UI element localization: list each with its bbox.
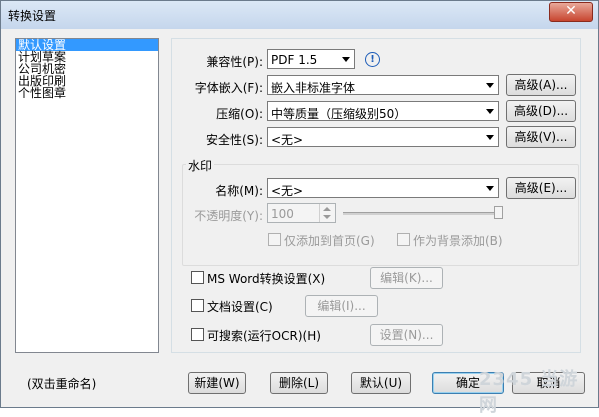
font-embed-label: 字体嵌入(F): (194, 81, 263, 95)
compression-value: 中等质量（压缩级别50） (271, 107, 407, 121)
title-bar: 转换设置 ✕ (1, 1, 598, 29)
font-embed-select[interactable]: 嵌入非标准字体 (267, 75, 499, 95)
info-icon[interactable]: ! (365, 52, 380, 67)
chevron-down-icon (486, 83, 494, 88)
watermark-name-value: <无> (271, 184, 304, 198)
default-button[interactable]: 默认(U) (351, 372, 411, 394)
delete-button[interactable]: 删除(L) (270, 372, 328, 394)
convert-settings-dialog: 转换设置 ✕ 默认设置 计划草案 公司机密 出版印刷 个性图章 (双击重命名) … (0, 0, 599, 416)
arrow-up-icon (323, 207, 331, 211)
watermark-group-title: 水印 (186, 157, 215, 174)
compatibility-select[interactable]: PDF 1.5 (267, 49, 355, 69)
ms-word-edit-button[interactable]: 编辑(K)... (370, 267, 443, 289)
security-value: <无> (271, 133, 304, 147)
settings-panel: 兼容性(P): PDF 1.5 ! 字体嵌入(F): 嵌入非标准字体 高级(A)… (171, 38, 581, 353)
as-background-label: 作为背景添加(B) (413, 234, 503, 248)
checkbox-box (191, 328, 204, 341)
chevron-down-icon (486, 186, 494, 191)
searchable-ocr-label: 可搜索(运行OCR)(H) (207, 329, 321, 343)
chevron-down-icon (486, 135, 494, 140)
opacity-value: 100 (271, 207, 294, 221)
list-item[interactable]: 个性图章 (16, 87, 158, 99)
spinner-arrows[interactable] (319, 204, 335, 222)
opacity-slider-thumb[interactable] (494, 206, 503, 219)
chevron-down-icon (486, 109, 494, 114)
security-label: 安全性(S): (205, 133, 263, 147)
searchable-settings-button[interactable]: 设置(N)... (370, 324, 443, 346)
doc-settings-label: 文档设置(C) (207, 300, 273, 314)
dialog-body: 默认设置 计划草案 公司机密 出版印刷 个性图章 (双击重命名) 兼容性(P):… (7, 29, 592, 416)
close-button[interactable]: ✕ (549, 2, 593, 22)
watermark-name-select[interactable]: <无> (267, 178, 499, 198)
doc-settings-edit-button[interactable]: 编辑(I)... (305, 295, 378, 317)
opacity-slider-track[interactable] (343, 212, 498, 215)
opacity-spinner[interactable]: 100 (267, 203, 336, 223)
checkbox-box (191, 299, 204, 312)
compression-advanced-button[interactable]: 高级(D)... (506, 100, 576, 122)
security-advanced-button[interactable]: 高级(V)... (506, 126, 576, 148)
font-embed-value: 嵌入非标准字体 (271, 81, 356, 95)
opacity-label: 不透明度(Y): (194, 209, 263, 223)
site-watermark-logo: 2345 当游网 (479, 369, 579, 416)
checkbox-box (268, 233, 281, 246)
compression-select[interactable]: 中等质量（压缩级别50） (267, 101, 499, 121)
compatibility-label: 兼容性(P): (206, 55, 263, 69)
chevron-down-icon (342, 57, 350, 62)
checkbox-box (397, 233, 410, 246)
rename-hint: (双击重命名) (27, 377, 97, 391)
watermark-advanced-button[interactable]: 高级(E)... (506, 177, 576, 199)
window-title: 转换设置 (8, 9, 57, 23)
watermark-name-label: 名称(M): (215, 184, 263, 198)
profile-list[interactable]: 默认设置 计划草案 公司机密 出版印刷 个性图章 (15, 38, 159, 353)
first-page-only-label: 仅添加到首页(G) (284, 234, 375, 248)
security-select[interactable]: <无> (267, 127, 499, 147)
arrow-down-icon (323, 215, 331, 219)
ms-word-label: MS Word转换设置(X) (207, 272, 326, 286)
compatibility-value: PDF 1.5 (271, 53, 318, 67)
new-button[interactable]: 新建(W) (188, 372, 246, 394)
font-embed-advanced-button[interactable]: 高级(A)... (506, 74, 576, 96)
compression-label: 压缩(O): (216, 107, 263, 121)
checkbox-box (191, 271, 204, 284)
